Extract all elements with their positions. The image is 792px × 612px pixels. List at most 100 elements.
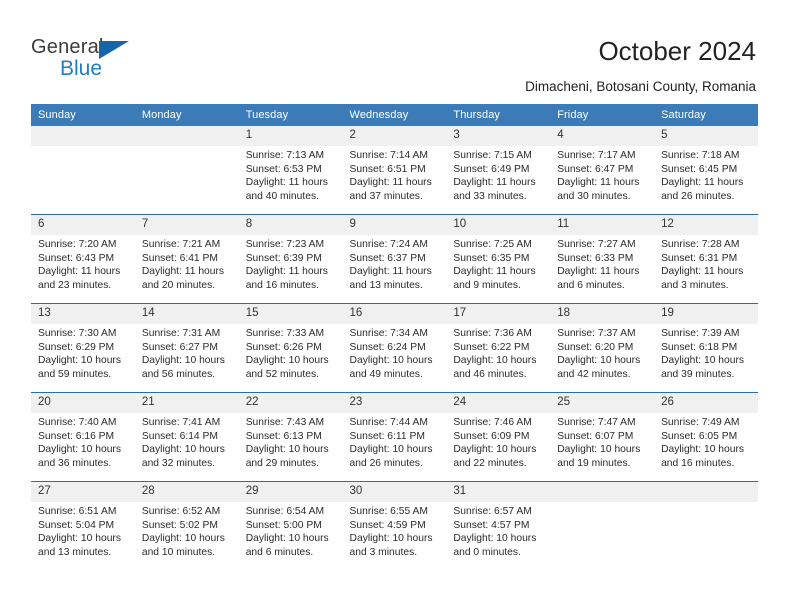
calendar-day-cell[interactable]: 7 Sunrise: 7:21 AM Sunset: 6:41 PM Daylight… [134, 214, 239, 304]
sun-info: Sunrise: 7:15 AM Sunset: 6:49 PM Daylight:… [446, 146, 550, 203]
sunrise-text: Sunrise: 7:41 AM [141, 417, 221, 428]
day-number: 15 [238, 304, 343, 324]
sunrise-text: Sunrise: 7:44 AM [349, 417, 428, 428]
daylight-text-line1: Daylight: 10 hours [661, 355, 745, 367]
sunrise-text: Sunrise: 7:18 AM [661, 150, 740, 161]
daylight-text-line1: Daylight: 10 hours [453, 444, 537, 456]
sunset-text: Sunset: 6:33 PM [557, 252, 634, 264]
day-number [31, 126, 135, 146]
daylight-text-line1: Daylight: 11 hours [557, 177, 640, 189]
sunset-text: Sunset: 6:16 PM [38, 430, 115, 442]
calendar-day-cell[interactable]: 28 Sunrise: 6:52 AM Sunset: 5:02 PM Dayligh… [134, 481, 239, 570]
calendar-day-cell[interactable]: 13 Sunrise: 7:30 AM Sunset: 6:29 PM Dayligh… [31, 303, 135, 393]
day-number: 8 [238, 215, 343, 235]
weekday-header-tuesday: Tuesday [238, 104, 343, 126]
sunrise-text: Sunrise: 7:31 AM [141, 328, 221, 339]
calendar-day-cell[interactable]: 20 Sunrise: 7:40 AM Sunset: 6:16 PM Dayligh… [31, 392, 135, 482]
calendar-table: Sunday Monday Tuesday Wednesday Thursday… [31, 104, 758, 570]
calendar-day-cell[interactable]: 4 Sunrise: 7:17 AM Sunset: 6:47 PM Daylight… [550, 126, 655, 215]
day-number: 27 [31, 482, 135, 502]
sun-info: Sunrise: 7:17 AM Sunset: 6:47 PM Daylight:… [550, 146, 654, 203]
sun-info: Sunrise: 7:39 AM Sunset: 6:18 PM Daylight:… [654, 324, 758, 381]
sunset-text: Sunset: 6:47 PM [557, 163, 634, 175]
sun-info: Sunrise: 6:52 AM Sunset: 5:02 PM Daylight:… [135, 502, 239, 559]
calendar-day-cell[interactable]: 21 Sunrise: 7:41 AM Sunset: 6:14 PM Dayligh… [134, 392, 239, 482]
calendar-page: General Blue October 2024 Dimacheni, Bot… [0, 0, 792, 612]
calendar-day-cell[interactable]: 15 Sunrise: 7:33 AM Sunset: 6:26 PM Dayligh… [238, 303, 343, 393]
day-number: 1 [238, 126, 343, 146]
calendar-day-cell[interactable]: 3 Sunrise: 7:15 AM Sunset: 6:49 PM Daylight… [446, 126, 551, 215]
daylight-text-line1: Daylight: 10 hours [141, 355, 225, 367]
weekday-header-monday: Monday [134, 104, 239, 126]
daylight-text-line2: and 32 minutes. [141, 457, 216, 469]
calendar-day-cell[interactable]: 31 Sunrise: 6:57 AM Sunset: 4:57 PM Dayligh… [446, 481, 551, 570]
day-number: 5 [654, 126, 758, 146]
daylight-text-line2: and 26 minutes. [661, 190, 735, 202]
logo-text-general: General [31, 36, 104, 58]
calendar-week-row: 6 Sunrise: 7:20 AM Sunset: 6:43 PM Daylight… [31, 214, 758, 304]
calendar-day-cell[interactable]: 14 Sunrise: 7:31 AM Sunset: 6:27 PM Dayligh… [134, 303, 239, 393]
logo-text-blue: Blue [60, 57, 103, 80]
sunset-text: Sunset: 5:04 PM [38, 519, 115, 531]
sunset-text: Sunset: 6:24 PM [349, 341, 426, 353]
calendar-day-cell[interactable]: 24 Sunrise: 7:46 AM Sunset: 6:09 PM Dayligh… [446, 392, 551, 482]
daylight-text-line1: Daylight: 10 hours [453, 533, 537, 545]
calendar-day-cell[interactable]: 30 Sunrise: 6:55 AM Sunset: 4:59 PM Dayligh… [342, 481, 447, 570]
sunrise-text: Sunrise: 7:37 AM [557, 328, 636, 339]
day-number [134, 126, 239, 146]
calendar-day-cell[interactable]: 6 Sunrise: 7:20 AM Sunset: 6:43 PM Daylight… [31, 214, 135, 304]
page-header: General Blue October 2024 Dimacheni, Bot… [0, 0, 792, 104]
calendar-day-cell[interactable]: 1 Sunrise: 7:13 AM Sunset: 6:53 PM Daylight… [238, 126, 343, 215]
calendar-day-cell[interactable]: 17 Sunrise: 7:36 AM Sunset: 6:22 PM Dayligh… [446, 303, 551, 393]
calendar-day-cell[interactable]: 19 Sunrise: 7:39 AM Sunset: 6:18 PM Dayligh… [654, 303, 758, 393]
weekday-header-thursday: Thursday [446, 104, 551, 126]
daylight-text-line2: and 56 minutes. [141, 368, 216, 380]
calendar-day-cell[interactable]: 9 Sunrise: 7:24 AM Sunset: 6:37 PM Daylight… [342, 214, 447, 304]
sun-info: Sunrise: 7:28 AM Sunset: 6:31 PM Daylight:… [654, 235, 758, 292]
calendar-day-cell[interactable]: 26 Sunrise: 7:49 AM Sunset: 6:05 PM Dayligh… [654, 392, 758, 482]
calendar-day-cell[interactable]: 27 Sunrise: 6:51 AM Sunset: 5:04 PM Dayligh… [31, 481, 135, 570]
day-number: 12 [654, 215, 758, 235]
sunrise-text: Sunrise: 7:21 AM [141, 239, 221, 250]
sun-info: Sunrise: 7:36 AM Sunset: 6:22 PM Daylight:… [446, 324, 550, 381]
calendar-day-cell[interactable]: 16 Sunrise: 7:34 AM Sunset: 6:24 PM Dayligh… [342, 303, 447, 393]
calendar-day-cell[interactable]: 18 Sunrise: 7:37 AM Sunset: 6:20 PM Dayligh… [550, 303, 655, 393]
daylight-text-line2: and 13 minutes. [349, 279, 423, 291]
calendar-day-cell[interactable]: 22 Sunrise: 7:43 AM Sunset: 6:13 PM Dayligh… [238, 392, 343, 482]
day-number: 31 [446, 482, 551, 502]
calendar-day-cell[interactable]: 23 Sunrise: 7:44 AM Sunset: 6:11 PM Dayligh… [342, 392, 447, 482]
sunset-text: Sunset: 6:43 PM [38, 252, 115, 264]
calendar-day-cell-empty [31, 126, 135, 215]
sun-info: Sunrise: 7:31 AM Sunset: 6:27 PM Daylight:… [135, 324, 239, 381]
sunset-text: Sunset: 6:35 PM [453, 252, 530, 264]
daylight-text-line2: and 26 minutes. [349, 457, 423, 469]
daylight-text-line1: Daylight: 10 hours [38, 355, 121, 367]
calendar-day-cell[interactable]: 25 Sunrise: 7:47 AM Sunset: 6:07 PM Dayligh… [550, 392, 655, 482]
calendar-day-cell[interactable]: 12 Sunrise: 7:28 AM Sunset: 6:31 PM Dayligh… [654, 214, 758, 304]
daylight-text-line2: and 6 minutes. [557, 279, 625, 291]
calendar-week-row: 27 Sunrise: 6:51 AM Sunset: 5:04 PM Dayligh… [31, 481, 758, 570]
calendar-day-cell[interactable]: 10 Sunrise: 7:25 AM Sunset: 6:35 PM Dayligh… [446, 214, 551, 304]
daylight-text-line1: Daylight: 10 hours [245, 355, 329, 367]
daylight-text-line2: and 52 minutes. [245, 368, 319, 380]
daylight-text-line1: Daylight: 11 hours [661, 177, 744, 189]
general-blue-logo[interactable]: General Blue [31, 36, 161, 84]
weekday-header-friday: Friday [550, 104, 655, 126]
calendar-day-cell[interactable]: 11 Sunrise: 7:27 AM Sunset: 6:33 PM Dayligh… [550, 214, 655, 304]
sunset-text: Sunset: 5:02 PM [141, 519, 218, 531]
day-number: 21 [134, 393, 239, 413]
calendar-day-cell[interactable]: 8 Sunrise: 7:23 AM Sunset: 6:39 PM Daylight… [238, 214, 343, 304]
sunrise-text: Sunrise: 7:15 AM [453, 150, 532, 161]
calendar-day-cell-empty [654, 481, 758, 570]
daylight-text-line2: and 30 minutes. [557, 190, 631, 202]
daylight-text-line1: Daylight: 10 hours [349, 444, 433, 456]
sunrise-text: Sunrise: 7:34 AM [349, 328, 428, 339]
calendar-day-cell[interactable]: 5 Sunrise: 7:18 AM Sunset: 6:45 PM Daylight… [654, 126, 758, 215]
calendar-day-cell[interactable]: 2 Sunrise: 7:14 AM Sunset: 6:51 PM Daylight… [342, 126, 447, 215]
daylight-text-line2: and 39 minutes. [661, 368, 735, 380]
calendar-day-cell[interactable]: 29 Sunrise: 6:54 AM Sunset: 5:00 PM Dayligh… [238, 481, 343, 570]
sun-info: Sunrise: 7:43 AM Sunset: 6:13 PM Daylight:… [239, 413, 343, 470]
sun-info: Sunrise: 7:49 AM Sunset: 6:05 PM Daylight:… [654, 413, 758, 470]
daylight-text-line2: and 9 minutes. [453, 279, 521, 291]
sun-info: Sunrise: 7:46 AM Sunset: 6:09 PM Daylight:… [446, 413, 550, 470]
